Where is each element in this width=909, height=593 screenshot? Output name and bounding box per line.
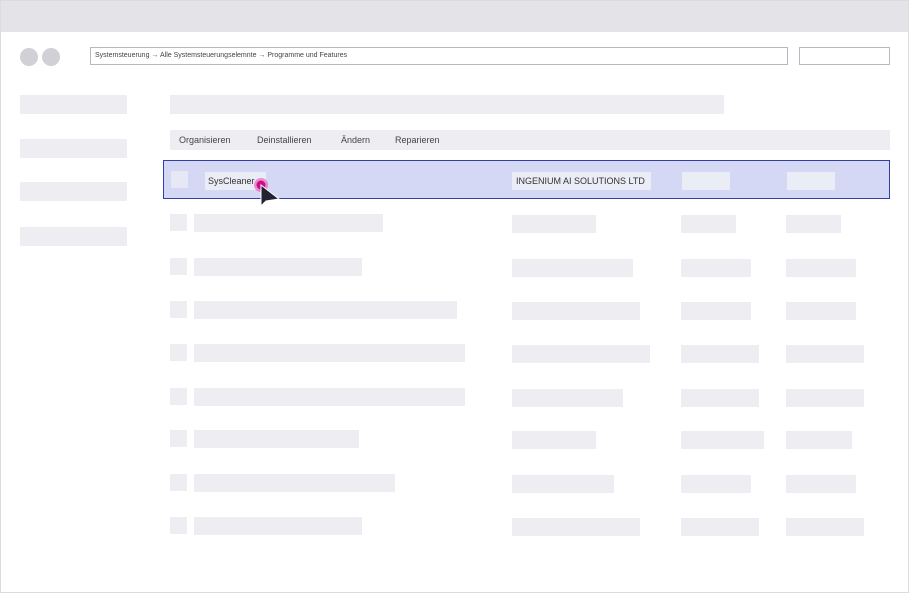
date-placeholder (681, 215, 736, 233)
program-icon (170, 214, 187, 231)
size-placeholder (786, 389, 864, 407)
size-placeholder (786, 215, 841, 233)
publisher-placeholder (512, 518, 640, 536)
program-name-placeholder (194, 430, 359, 448)
repair-button[interactable]: Reparieren (395, 130, 440, 150)
sidebar-item[interactable] (20, 227, 127, 246)
size-placeholder (786, 475, 856, 493)
date-placeholder (681, 345, 759, 363)
window-control-button[interactable] (20, 48, 38, 66)
mouse-pointer-icon (254, 178, 281, 208)
size-placeholder (786, 345, 864, 363)
sidebar-item[interactable] (20, 139, 127, 158)
uninstall-button[interactable]: Deinstallieren (257, 130, 312, 150)
program-icon (170, 258, 187, 275)
date-placeholder (681, 475, 751, 493)
program-name-placeholder (194, 474, 395, 492)
address-bar[interactable]: Systemsteuerung → Alle Systemsteuerungse… (90, 47, 788, 65)
publisher-placeholder (512, 345, 650, 363)
size-placeholder (786, 302, 856, 320)
program-name-placeholder (194, 214, 383, 232)
publisher-placeholder (512, 431, 596, 449)
program-name-placeholder (194, 344, 465, 362)
date-placeholder (681, 302, 751, 320)
date-placeholder (681, 431, 764, 449)
date-placeholder (681, 518, 759, 536)
install-date-cell (682, 172, 730, 190)
window-control-button[interactable] (42, 48, 60, 66)
size-cell (787, 172, 835, 190)
change-button[interactable]: Ändern (341, 130, 370, 150)
date-placeholder (681, 389, 759, 407)
sidebar-item[interactable] (20, 95, 127, 114)
program-name-placeholder (194, 258, 362, 276)
program-icon (170, 344, 187, 361)
control-panel-window: Systemsteuerung → Alle Systemsteuerungse… (0, 0, 909, 593)
page-heading-placeholder (170, 95, 724, 114)
publisher-placeholder (512, 215, 596, 233)
program-name-placeholder (194, 301, 457, 319)
publisher-placeholder (512, 475, 614, 493)
sidebar-item[interactable] (20, 182, 127, 201)
publisher-placeholder (512, 259, 633, 277)
size-placeholder (786, 259, 856, 277)
program-toolbar: Organisieren Deinstallieren Ändern Repar… (170, 130, 890, 150)
program-icon (170, 517, 187, 534)
program-publisher: INGENIUM AI SOLUTIONS LTD (512, 172, 651, 190)
publisher-placeholder (512, 302, 640, 320)
title-bar (1, 1, 908, 32)
program-name-placeholder (194, 388, 465, 406)
publisher-placeholder (512, 389, 623, 407)
program-icon (170, 388, 187, 405)
size-placeholder (786, 431, 852, 449)
program-name-placeholder (194, 517, 362, 535)
search-input[interactable] (799, 47, 890, 65)
date-placeholder (681, 259, 751, 277)
program-icon (171, 171, 188, 188)
organize-button[interactable]: Organisieren (179, 130, 231, 150)
program-icon (170, 474, 187, 491)
program-icon (170, 301, 187, 318)
program-icon (170, 430, 187, 447)
size-placeholder (786, 518, 864, 536)
